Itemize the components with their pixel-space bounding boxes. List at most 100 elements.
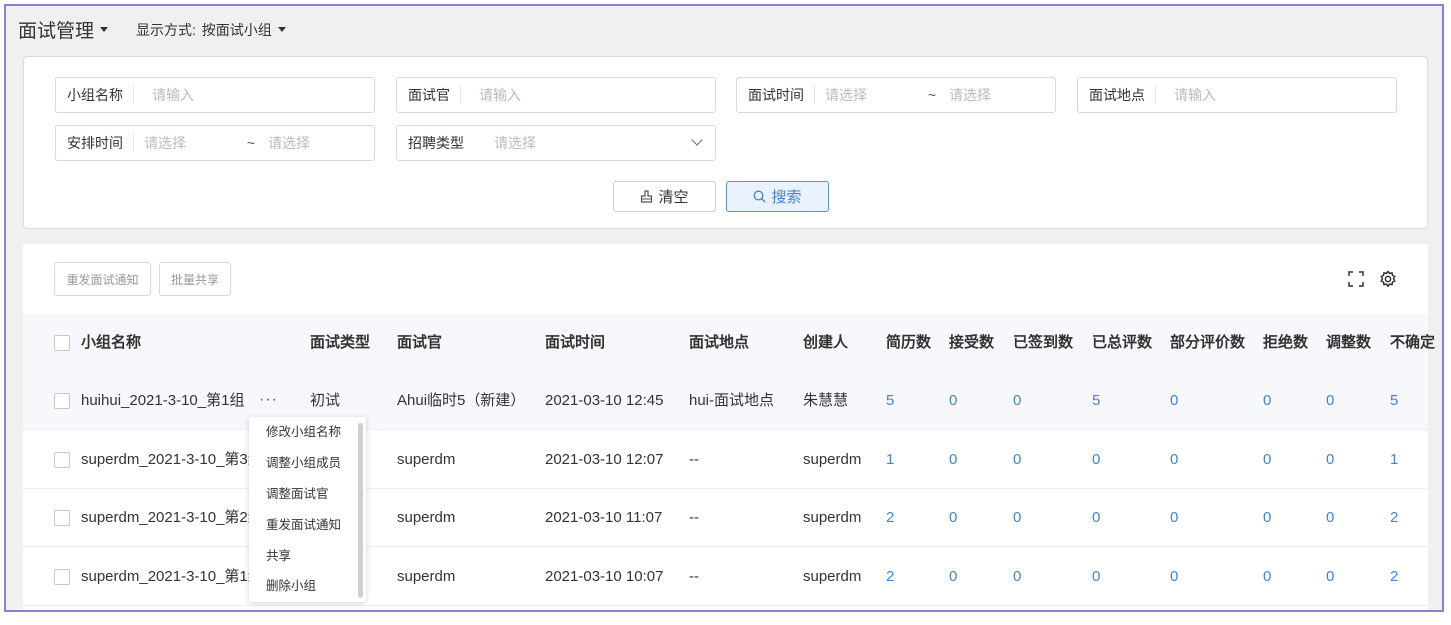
accepted-cell[interactable]: 0 [949,489,957,547]
evaluated-cell[interactable]: 0 [1092,489,1100,547]
partial-cell[interactable]: 0 [1170,372,1178,430]
interviewer-cell: superdm [397,568,456,585]
menu-item-adjust-members[interactable]: 调整小组成员 [266,452,341,471]
table-row[interactable]: superdm_2021-3-10_第1组 初试-h superdm 2021-… [23,548,1428,606]
search-button[interactable]: 搜索 [726,181,829,212]
column-header[interactable]: 部分评价数 [1170,314,1245,372]
caret-down-icon [100,27,109,33]
location-cell: -- [689,568,699,585]
adjusted-cell[interactable]: 0 [1326,548,1334,606]
recruit-type-select[interactable]: 招聘类型 请选择 [396,125,716,161]
column-header[interactable]: 简历数 [886,314,931,372]
column-header[interactable]: 面试类型 [310,314,370,372]
display-mode-dropdown[interactable]: 显示方式: 按面试小组 [136,20,286,40]
interview-location-label: 面试地点 [1078,86,1156,104]
column-header[interactable]: 面试时间 [545,314,605,372]
signed-cell[interactable]: 0 [1013,372,1021,430]
menu-item-resend-notice[interactable]: 重发面试通知 [266,514,341,533]
column-header[interactable]: 接受数 [949,314,994,372]
filter-panel: 小组名称 面试官 面试时间 请选择 ~ 请选择 面试地点 安排时间 请选择 ~ … [23,56,1428,229]
adjusted-cell[interactable]: 0 [1326,372,1334,430]
menu-item-adjust-interviewer[interactable]: 调整面试官 [266,483,329,502]
resumes-cell[interactable]: 2 [886,489,894,547]
menu-item-rename-group[interactable]: 修改小组名称 [266,421,341,440]
table-header: 小组名称 面试类型 面试官 面试时间 面试地点 创建人 简历数 接受数 已签到数… [23,314,1435,372]
gear-icon[interactable] [1379,270,1397,288]
menu-item-share[interactable]: 共享 [266,545,291,564]
menu-item-delete-group[interactable]: 删除小组 [266,575,316,594]
group-name-cell: superdm_2021-3-10_第3组 [81,451,251,468]
adjusted-cell[interactable]: 0 [1326,489,1334,547]
evaluated-cell[interactable]: 5 [1092,372,1100,430]
signed-cell[interactable]: 0 [1013,489,1021,547]
evaluated-cell[interactable]: 0 [1092,548,1100,606]
resumes-cell[interactable]: 1 [886,431,894,489]
creator-cell: superdm [803,509,862,526]
evaluated-cell[interactable]: 0 [1092,431,1100,489]
accepted-cell[interactable]: 0 [949,431,957,489]
select-all-checkbox[interactable] [54,335,70,351]
interview-time-start[interactable]: 请选择 [815,85,925,105]
row-checkbox[interactable] [54,452,70,468]
interviewer-field: 面试官 [396,77,716,113]
row-checkbox[interactable] [54,510,70,526]
interview-time-end[interactable]: 请选择 [939,85,1049,105]
interviewer-input[interactable] [461,80,715,110]
display-mode-label: 显示方式: [136,22,196,38]
rejected-cell[interactable]: 0 [1263,548,1271,606]
arrange-time-range[interactable]: 安排时间 请选择 ~ 请选择 [55,125,375,161]
accepted-cell[interactable]: 0 [949,548,957,606]
column-header[interactable]: 调整数 [1326,314,1371,372]
arrange-time-end[interactable]: 请选择 [258,133,368,153]
resumes-cell[interactable]: 5 [886,372,894,430]
resumes-cell[interactable]: 2 [886,548,894,606]
clear-button[interactable]: 清空 [613,181,716,212]
group-name-input[interactable] [134,80,374,110]
column-header[interactable]: 已签到数 [1013,314,1073,372]
table-row[interactable]: huihui_2021-3-10_第1组 ··· 初试 Ahui临时5（新建） … [23,372,1428,430]
module-title-dropdown[interactable]: 面试管理 [18,16,109,43]
column-header[interactable]: 创建人 [803,314,848,372]
partial-cell[interactable]: 0 [1170,548,1178,606]
uncertain-cell[interactable]: 2 [1390,548,1398,606]
adjusted-cell[interactable]: 0 [1326,431,1334,489]
uncertain-cell[interactable]: 5 [1390,372,1398,430]
uncertain-cell[interactable]: 2 [1390,489,1398,547]
group-name-label: 小组名称 [56,86,134,104]
top-bar: 面试管理 显示方式: 按面试小组 [6,6,1442,50]
arrange-time-start[interactable]: 请选择 [134,133,244,153]
table-row[interactable]: superdm_2021-3-10_第3组 初试-h superdm 2021-… [23,431,1428,489]
accepted-cell[interactable]: 0 [949,372,957,430]
column-header[interactable]: 已总评数 [1092,314,1152,372]
partial-cell[interactable]: 0 [1170,431,1178,489]
signed-cell[interactable]: 0 [1013,431,1021,489]
rejected-cell[interactable]: 0 [1263,431,1271,489]
interviewer-cell: superdm [397,451,456,468]
display-mode-value: 按面试小组 [201,22,272,38]
row-checkbox[interactable] [54,393,70,409]
row-checkbox[interactable] [54,569,70,585]
batch-share-button[interactable]: 批量共享 [159,262,231,296]
interview-location-input[interactable] [1156,80,1396,110]
uncertain-cell[interactable]: 1 [1390,431,1398,489]
column-header[interactable]: 拒绝数 [1263,314,1308,372]
table-panel: 重发面试通知 批量共享 小组名称 面试类型 面试官 面试时间 面试地点 创建人 … [23,244,1435,610]
chevron-down-icon [691,134,703,146]
group-name-field: 小组名称 [55,77,375,113]
rejected-cell[interactable]: 0 [1263,372,1271,430]
fullscreen-icon[interactable] [1347,270,1365,288]
partial-cell[interactable]: 0 [1170,489,1178,547]
column-header[interactable]: 面试官 [397,314,442,372]
table-row[interactable]: superdm_2021-3-10_第2组 初试-h superdm 2021-… [23,489,1428,547]
column-header[interactable]: 不确定 [1390,314,1435,372]
column-header[interactable]: 面试地点 [689,314,749,372]
recruit-type-label: 招聘类型 [408,135,464,151]
time-cell: 2021-03-10 11:07 [545,509,663,526]
menu-scrollbar[interactable] [358,423,363,598]
broom-icon [640,190,653,203]
signed-cell[interactable]: 0 [1013,548,1021,606]
rejected-cell[interactable]: 0 [1263,489,1271,547]
interview-time-range[interactable]: 面试时间 请选择 ~ 请选择 [736,77,1056,113]
column-header[interactable]: 小组名称 [81,314,141,372]
resend-notice-button[interactable]: 重发面试通知 [54,262,151,296]
